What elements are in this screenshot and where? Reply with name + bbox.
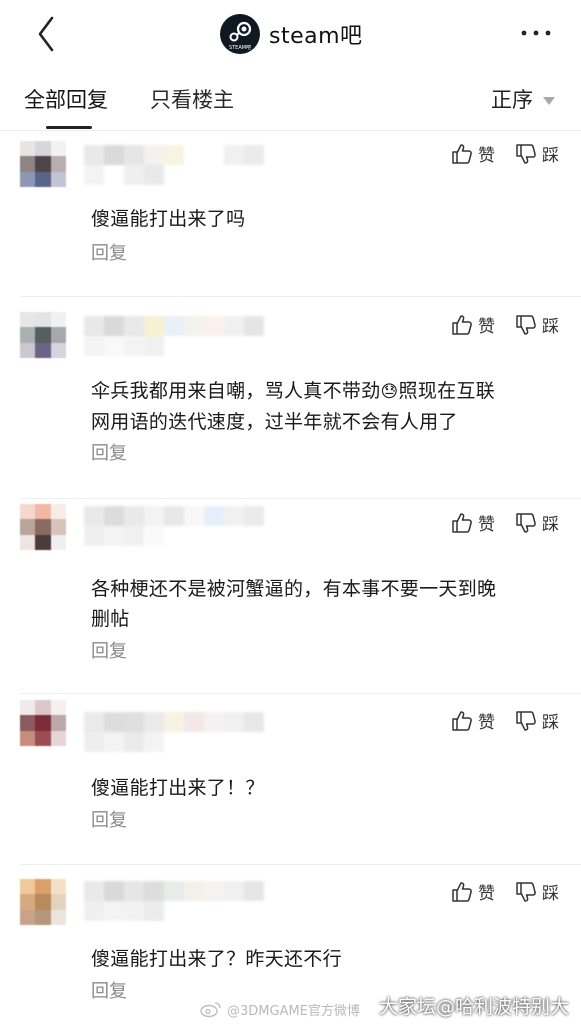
like-button[interactable]: 赞	[451, 708, 495, 733]
reply-button[interactable]: 回复	[91, 977, 127, 1003]
username-blurred	[84, 145, 264, 185]
dislike-button[interactable]: 踩	[515, 312, 559, 337]
comment-text: 傻逼能打出来了？昨天还不行	[91, 944, 551, 974]
forum-title[interactable]: STEAM吧 steam吧	[220, 12, 363, 56]
steam-logo: STEAM吧	[220, 14, 260, 54]
comment-actions: 赞 踩	[431, 141, 559, 166]
thumbs-up-icon	[452, 314, 472, 335]
avatar[interactable]	[20, 879, 66, 925]
like-label: 赞	[478, 884, 495, 904]
comment-actions: 赞 踩	[431, 879, 559, 904]
sort-label: 正序	[491, 88, 533, 112]
comment-line-start: 伞兵我都用来自嘲，骂人真不带劲	[91, 380, 381, 402]
watermark-text: @3DMGAME官方微博	[227, 1003, 360, 1019]
reply-tabs: 全部回复 只看楼主 正序	[0, 70, 581, 131]
avatar[interactable]	[20, 141, 66, 187]
top-bar: STEAM吧 steam吧	[0, 0, 581, 68]
thumbs-down-icon	[516, 512, 536, 533]
comment-line-end: 照现在互联	[398, 380, 496, 402]
comment-text: 傻逼能打出来了！？	[91, 773, 551, 803]
dislike-button[interactable]: 踩	[515, 879, 559, 904]
comment-line: 傻逼能打出来了吗	[91, 208, 246, 230]
divider	[20, 296, 581, 297]
like-button[interactable]: 赞	[451, 510, 495, 535]
dislike-label: 踩	[542, 713, 559, 733]
dislike-label: 踩	[542, 317, 559, 337]
comment-line: 伞兵我都用来自嘲，骂人真不带劲😓照现在互联	[91, 376, 551, 407]
comment-text: 傻逼能打出来了吗	[91, 204, 551, 234]
thumbs-up-icon	[452, 512, 472, 533]
comment-actions: 赞 踩	[431, 510, 559, 535]
reply-button[interactable]: 回复	[91, 439, 127, 465]
caret-down-icon	[543, 96, 555, 105]
username-blurred	[84, 316, 264, 356]
chevron-left-icon	[38, 16, 54, 52]
page-title: steam吧	[269, 24, 363, 49]
comment-line: 删帖	[91, 608, 130, 630]
like-button[interactable]: 赞	[451, 879, 495, 904]
dislike-label: 踩	[542, 515, 559, 535]
comment-actions: 赞 踩	[431, 312, 559, 337]
thumbs-down-icon	[516, 314, 536, 335]
comment-line: 傻逼能打出来了！？	[91, 777, 265, 799]
logo-text: STEAM吧	[229, 45, 251, 51]
username-blurred	[84, 506, 264, 546]
sort-dropdown[interactable]: 正序	[491, 84, 555, 114]
back-button[interactable]	[30, 14, 64, 54]
avatar[interactable]	[20, 504, 66, 550]
active-tab-indicator	[46, 126, 92, 129]
thumbs-down-icon	[516, 881, 536, 902]
like-label: 赞	[478, 515, 495, 535]
comment-line: 各种梗还不是被河蟹逼的，有本事不要一天到晚	[91, 578, 497, 600]
tab-op-only[interactable]: 只看楼主	[150, 84, 234, 114]
divider	[20, 864, 581, 865]
thumbs-up-icon	[452, 143, 472, 164]
dislike-button[interactable]: 踩	[515, 510, 559, 535]
dislike-label: 踩	[542, 146, 559, 166]
avatar[interactable]	[20, 700, 66, 746]
reply-button[interactable]: 回复	[91, 239, 127, 265]
username-blurred	[84, 712, 264, 752]
like-label: 赞	[478, 317, 495, 337]
thumbs-up-icon	[452, 710, 472, 731]
reply-button[interactable]: 回复	[91, 637, 127, 663]
dislike-button[interactable]: 踩	[515, 141, 559, 166]
comment-text: 各种梗还不是被河蟹逼的，有本事不要一天到晚 删帖	[91, 574, 551, 634]
like-label: 赞	[478, 146, 495, 166]
avatar[interactable]	[20, 312, 66, 358]
like-button[interactable]: 赞	[451, 312, 495, 337]
username-blurred	[84, 881, 264, 921]
forum-watermark: 大家坛@哈利波特别大	[378, 996, 569, 1018]
divider	[20, 498, 581, 499]
dislike-button[interactable]: 踩	[515, 708, 559, 733]
weibo-icon	[200, 1002, 221, 1018]
weibo-watermark: @3DMGAME官方微博	[200, 994, 360, 1024]
more-dots-icon	[521, 30, 551, 36]
like-button[interactable]: 赞	[451, 141, 495, 166]
thumbs-down-icon	[516, 710, 536, 731]
comment-text: 伞兵我都用来自嘲，骂人真不带劲😓照现在互联 网用语的迭代速度，过半年就不会有人用…	[91, 376, 551, 437]
comment-line: 网用语的迭代速度，过半年就不会有人用了	[91, 411, 458, 433]
like-label: 赞	[478, 713, 495, 733]
more-button[interactable]	[519, 18, 553, 48]
comment-actions: 赞 踩	[431, 708, 559, 733]
tab-all-replies[interactable]: 全部回复	[24, 84, 108, 114]
comment-line: 傻逼能打出来了？昨天还不行	[91, 948, 342, 970]
thumbs-up-icon	[452, 881, 472, 902]
divider	[20, 693, 581, 694]
dislike-label: 踩	[542, 884, 559, 904]
sweat-emoji: 😓	[380, 382, 399, 402]
thumbs-down-icon	[516, 143, 536, 164]
reply-button[interactable]: 回复	[91, 806, 127, 832]
